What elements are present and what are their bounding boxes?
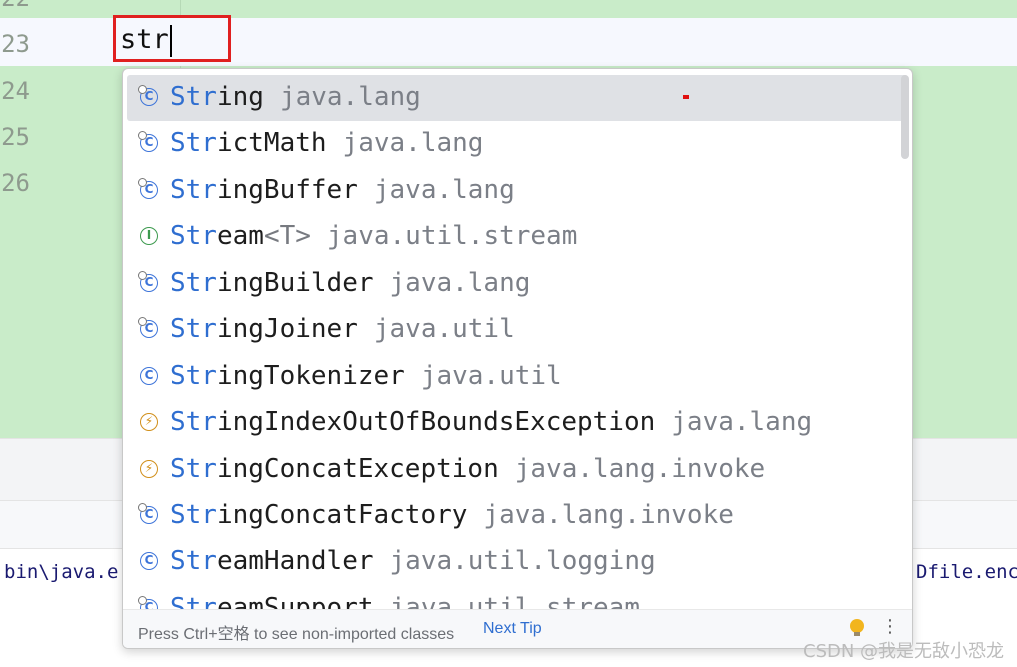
class-icon: C — [140, 367, 158, 385]
item-match: Str — [170, 500, 217, 530]
item-match: Str — [170, 268, 217, 298]
interface-icon: I — [140, 227, 158, 245]
watermark-text: CSDN @我是无敌小恐龙 — [803, 641, 1005, 662]
item-package: java.lang — [342, 128, 484, 158]
completion-item[interactable]: C StrictMath java.lang — [127, 121, 908, 167]
exception-icon: ⚡ — [140, 460, 158, 478]
completion-item[interactable]: C StringTokenizer java.util — [127, 354, 908, 400]
completion-item[interactable]: ⚡ StringConcatException java.lang.invoke — [127, 447, 908, 493]
line-number: 22 — [0, 0, 30, 12]
item-package: java.util.logging — [389, 546, 656, 576]
class-icon: C — [138, 503, 158, 524]
item-name-rest: ingTokenizer — [216, 361, 405, 391]
class-icon: C — [138, 271, 158, 292]
item-package: java.lang — [373, 175, 515, 205]
more-vertical-icon[interactable]: ⋮ — [881, 616, 899, 637]
item-name-rest: ing — [216, 82, 264, 112]
console-text-left: bin\java.e — [4, 561, 119, 583]
item-match: Str — [170, 175, 217, 205]
completion-list[interactable]: C String java.lang C StrictMath java.lang … — [123, 71, 912, 611]
completion-footer: Press Ctrl+空格 to see non-imported classe… — [123, 609, 912, 648]
line-number: 25 — [1, 123, 30, 151]
completion-item[interactable]: C StringJoiner java.util — [127, 307, 908, 353]
console-text-right: Dfile.enc — [916, 561, 1017, 583]
item-match: Str — [170, 128, 217, 158]
item-match: Str — [170, 407, 217, 437]
item-name-rest: ingJoiner — [216, 314, 358, 344]
item-name-rest: ingConcatException — [216, 454, 499, 484]
item-package: java.lang — [389, 268, 531, 298]
code-completion-popup[interactable]: C String java.lang C StrictMath java.lang … — [122, 68, 913, 649]
item-match: Str — [170, 82, 217, 112]
class-icon: C — [138, 317, 158, 338]
footer-hint-text: Press Ctrl+空格 to see non-imported classe… — [138, 626, 455, 643]
exception-icon: ⚡ — [140, 413, 158, 431]
completion-item[interactable]: C StringConcatFactory java.lang.invoke — [127, 493, 908, 539]
lightbulb-icon[interactable] — [850, 619, 864, 633]
completion-item[interactable]: C StringBuilder java.lang — [127, 261, 908, 307]
item-name-rest: ingIndexOutOfBoundsException — [216, 407, 656, 437]
item-package: java.lang.invoke — [483, 500, 734, 530]
completion-item[interactable]: C StreamHandler java.util.logging — [127, 539, 908, 585]
next-tip-link[interactable]: Next Tip — [483, 620, 542, 638]
lightbulb-base — [854, 632, 860, 636]
item-name-rest: eamHandler — [216, 546, 374, 576]
item-package: java.lang — [671, 407, 813, 437]
class-icon: C — [138, 85, 158, 106]
item-match: Str — [170, 454, 217, 484]
item-name-rest: ingBuilder — [216, 268, 374, 298]
item-name-rest: ictMath — [216, 128, 327, 158]
item-package: java.lang.invoke — [514, 454, 766, 484]
completion-item[interactable]: C String java.lang — [127, 75, 908, 121]
completion-item[interactable]: ⚡ StringIndexOutOfBoundsException java.la… — [127, 400, 908, 446]
completion-scrollbar[interactable] — [901, 75, 909, 159]
item-package: java.util.stream — [326, 221, 578, 251]
item-match: Str — [170, 546, 217, 576]
annotation-highlight-box — [113, 15, 231, 62]
class-icon: C — [140, 552, 158, 570]
item-match: Str — [170, 361, 217, 391]
line-number: 24 — [1, 77, 30, 105]
item-name-rest: ingConcatFactory — [216, 500, 468, 530]
item-match: Str — [170, 221, 217, 251]
red-marker — [683, 95, 689, 99]
class-icon: C — [138, 131, 158, 152]
line-number: 26 — [1, 169, 30, 197]
item-package: java.lang — [279, 82, 421, 112]
class-icon: C — [138, 178, 158, 199]
item-package: java.util — [420, 361, 562, 391]
item-name-rest: eam — [216, 221, 264, 251]
item-package: java.util — [373, 314, 515, 344]
item-type-param: <T> — [263, 221, 311, 251]
line-number: 23 — [1, 30, 30, 58]
completion-item[interactable]: I Stream<T> java.util.stream — [127, 214, 908, 260]
completion-item[interactable]: C StreamSupport java.util.stream — [127, 586, 908, 611]
item-name-rest: ingBuffer — [216, 175, 358, 205]
completion-item[interactable]: C StringBuffer java.lang — [127, 168, 908, 214]
item-match: Str — [170, 314, 217, 344]
